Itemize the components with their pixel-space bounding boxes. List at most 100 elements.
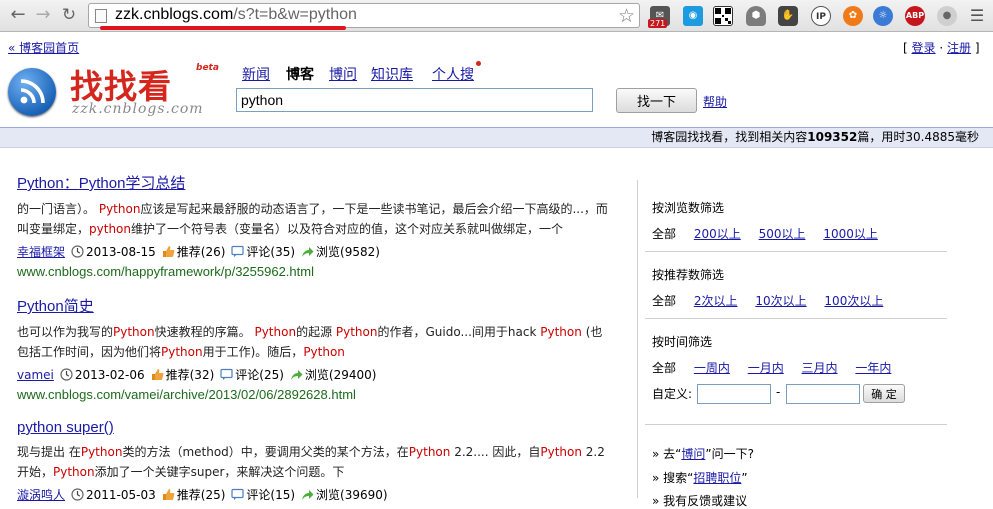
- tab-blog[interactable]: 博客: [286, 64, 314, 84]
- forward-icon[interactable]: →: [33, 5, 53, 25]
- comment-count-item: 评论(15): [231, 485, 295, 505]
- keyword-highlight: Python: [335, 325, 378, 339]
- comment-count: 评论(15): [246, 488, 296, 502]
- filter-rec-10[interactable]: 10次以上: [755, 294, 806, 308]
- menu-icon[interactable]: ☰: [967, 6, 987, 26]
- address-url: zzk.cnblogs.com/s?t=b&w=python: [115, 6, 357, 23]
- filter-time-3months[interactable]: 三月内: [802, 361, 838, 375]
- text-run: 开始，: [17, 465, 54, 479]
- text-run: Python: [78, 175, 126, 192]
- result-snippet: 也可以作为我写的Python快速教程的序篇。 Python的起源 Python的…: [17, 322, 622, 362]
- sidebar-divider: [637, 180, 638, 498]
- extension-hand-icon[interactable]: ✋: [778, 6, 798, 26]
- reload-icon[interactable]: ↻: [59, 5, 79, 25]
- result-url[interactable]: www.cnblogs.com/happyframework/p/3255962…: [17, 264, 622, 279]
- login-link[interactable]: 登录: [912, 41, 936, 55]
- comment-icon: [231, 488, 246, 502]
- text-run: 的一门语言）。: [17, 202, 99, 216]
- filter-rec-100[interactable]: 100次以上: [824, 294, 883, 308]
- custom-date-range: 自定义: - 确 定: [652, 384, 905, 404]
- extension-shield-icon[interactable]: ◉: [683, 6, 703, 26]
- job-search-line: » 搜索“招聘职位”: [652, 471, 748, 485]
- result-url[interactable]: www.cnblogs.com/vamei/archive/2013/02/06…: [17, 387, 622, 402]
- text-run: 学习总结: [125, 175, 186, 192]
- recommend-icon: [151, 368, 166, 382]
- tab-personal-search[interactable]: 个人搜: [432, 64, 474, 84]
- confirm-date-button[interactable]: 确 定: [863, 384, 905, 403]
- filter-time-week[interactable]: 一周内: [694, 361, 730, 375]
- views-icon: [301, 488, 316, 502]
- date-from-input[interactable]: [697, 384, 771, 404]
- text-run: 的起源: [296, 325, 336, 339]
- recommend-icon: [162, 488, 177, 502]
- filter-views-all[interactable]: 全部: [652, 227, 676, 241]
- job-search-link[interactable]: 招聘职位: [693, 471, 741, 485]
- tab-knowledge-base[interactable]: 知识库: [371, 64, 413, 84]
- text-run: 用于工作)。随后，: [202, 345, 304, 359]
- comment-icon: [220, 368, 235, 382]
- adblock-icon[interactable]: ABP: [905, 6, 925, 26]
- filter-heading: 按浏览数筛选: [652, 201, 725, 215]
- filter-rec-all[interactable]: 全部: [652, 294, 676, 308]
- back-icon[interactable]: ←: [8, 5, 28, 25]
- filter-time-year[interactable]: 一年内: [855, 361, 891, 375]
- tab-news[interactable]: 新闻: [242, 64, 270, 84]
- extension-qrcode-icon[interactable]: [713, 6, 733, 26]
- extension-orange-icon[interactable]: ✿: [843, 6, 863, 26]
- recommend-count-item: 推荐(26): [162, 242, 225, 262]
- view-count-item: 浏览(29400): [290, 365, 376, 385]
- keyword-highlight: Python: [540, 445, 582, 459]
- filter-views-500[interactable]: 500以上: [759, 227, 806, 241]
- ask-question-link[interactable]: 博问: [681, 447, 705, 461]
- extension-hexagon-icon[interactable]: ⬢: [746, 6, 766, 26]
- keyword-highlight: Python: [161, 345, 203, 359]
- rss-icon: [20, 79, 45, 104]
- result-count: 109352: [807, 130, 858, 144]
- keyword-highlight: Python: [408, 445, 451, 459]
- extension-globe-icon[interactable]: ☼: [873, 6, 893, 26]
- help-link[interactable]: 帮助: [703, 93, 727, 110]
- snippet-line: 现与提出 在Python类的方法（method）中，要调用父类的某个方法，在Py…: [17, 442, 622, 462]
- account-links: [ 登录 · 注册 ]: [903, 41, 980, 55]
- result-title-link[interactable]: Python简史: [17, 295, 622, 316]
- extension-mail-icon[interactable]: ✉ 271: [648, 6, 670, 28]
- filter-views-200[interactable]: 200以上: [694, 227, 741, 241]
- search-result: Python简史 也可以作为我写的Python快速教程的序篇。 Python的起源…: [17, 295, 622, 402]
- recommend-icon: [162, 245, 177, 259]
- snippet-line: 包括工作时间，因为他们将Python用于工作)。随后，Python: [17, 342, 622, 362]
- author-link[interactable]: 漩涡鸣人: [17, 485, 65, 505]
- author-link[interactable]: 幸福框架: [17, 242, 65, 262]
- post-date: 2013-02-06: [74, 368, 145, 382]
- filter-time-all[interactable]: 全部: [652, 361, 676, 375]
- tab-questions[interactable]: 博问: [329, 64, 357, 84]
- register-link[interactable]: 注册: [947, 41, 971, 55]
- author-link[interactable]: vamei: [17, 365, 54, 385]
- cnblogs-home-link[interactable]: « 博客园首页: [8, 39, 79, 56]
- text-run: 也可以作为我写的: [17, 325, 114, 339]
- search-result: python super() 现与提出 在Python类的方法（method）中，…: [17, 419, 622, 505]
- address-bar[interactable]: zzk.cnblogs.com/s?t=b&w=python ☆: [88, 3, 640, 28]
- date-to-input[interactable]: [786, 384, 860, 404]
- keyword-highlight: Python: [80, 445, 123, 459]
- filter-heading: 按推荐数筛选: [652, 268, 725, 282]
- view-count-item: 浏览(39690): [301, 485, 388, 505]
- filter-rec-2[interactable]: 2次以上: [694, 294, 738, 308]
- search-button[interactable]: 找一下: [616, 88, 697, 113]
- search-input[interactable]: [236, 88, 593, 112]
- keyword-highlight: Python: [303, 345, 345, 359]
- extension-gray-icon[interactable]: ●: [937, 6, 957, 26]
- snippet-line: 开始，Python添加了一个关键字super，来解决这个问题。下: [17, 462, 622, 482]
- result-meta: vamei 2013-02-06 推荐(32) 评论(25) 浏览(29400): [17, 365, 622, 385]
- filter-by-recommend: 按推荐数筛选 全部 2次以上 10次以上 100次以上: [652, 266, 952, 309]
- divider: [645, 251, 947, 252]
- bookmark-star-icon[interactable]: ☆: [618, 5, 635, 27]
- page-icon: [95, 9, 107, 23]
- filter-time-month[interactable]: 一月内: [748, 361, 784, 375]
- extension-ip-icon[interactable]: IP: [811, 6, 831, 26]
- logo-beta: beta: [196, 63, 219, 73]
- keyword-highlight: Python: [540, 325, 582, 339]
- date-icon: [60, 368, 75, 382]
- result-title-link[interactable]: Python：Python学习总结: [17, 172, 622, 193]
- result-title-link[interactable]: python super(): [17, 419, 622, 436]
- filter-views-1000[interactable]: 1000以上: [823, 227, 878, 241]
